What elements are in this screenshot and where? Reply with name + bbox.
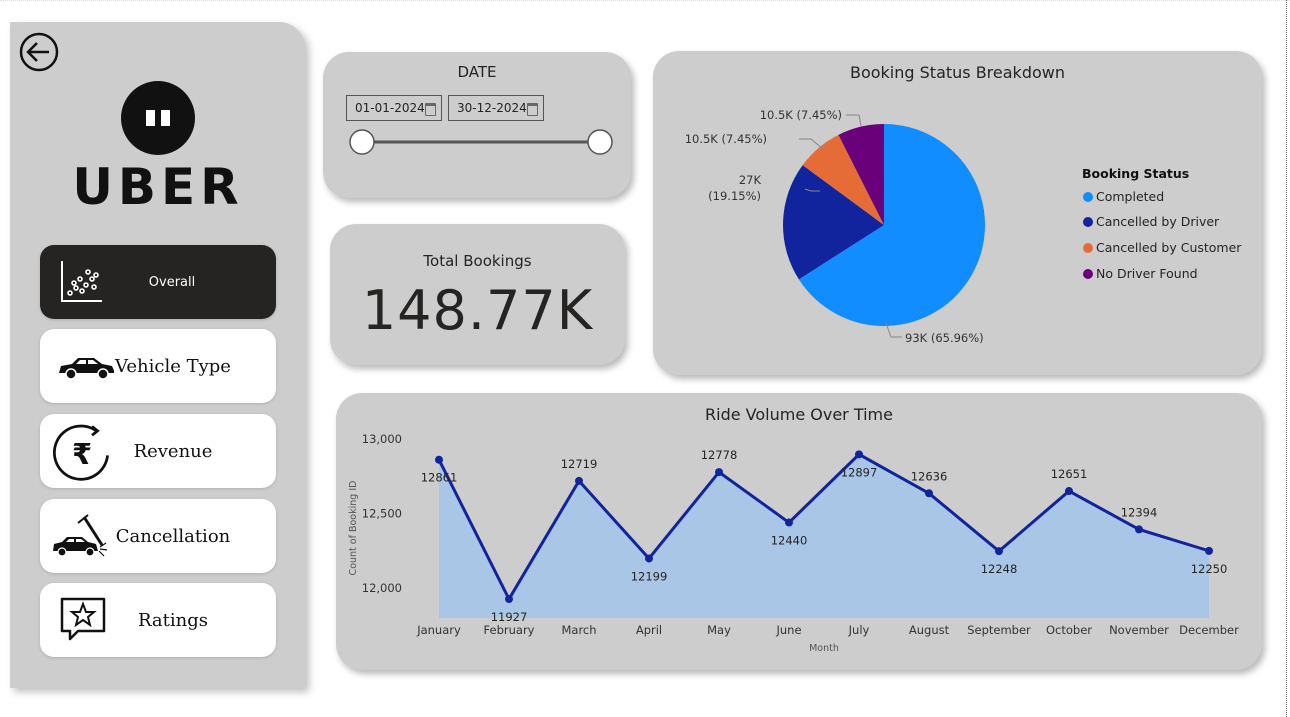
y-axis-title: Count of Booking ID xyxy=(348,481,359,576)
calendar-icon[interactable] xyxy=(425,103,436,116)
booking-status-pie-chart[interactable]: 93K (65.96%) 27K (19.15%) 10.5K (7.45%) 10.5… xyxy=(653,51,1073,375)
y-tick-label: 13,000 xyxy=(362,432,402,446)
legend-dot-completed xyxy=(1083,191,1093,202)
pie-data-label: (19.15%) xyxy=(708,189,761,203)
data-point[interactable] xyxy=(785,518,793,527)
data-point[interactable] xyxy=(925,489,933,498)
ride-volume-area-chart[interactable]: 12861 11927 12719 12199 12778 12440 12897 12636… xyxy=(336,393,1262,670)
data-point[interactable] xyxy=(575,476,583,485)
data-label: 12248 xyxy=(981,562,1018,576)
x-tick-label: March xyxy=(561,623,596,637)
data-label: 12394 xyxy=(1121,505,1158,519)
nav-cancellation-button[interactable]: Cancellation xyxy=(40,499,276,573)
total-bookings-value: 148.77K xyxy=(361,279,594,342)
x-tick-label: October xyxy=(1046,623,1092,637)
pie-data-label: 93K (65.96%) xyxy=(905,331,984,345)
x-tick-label: December xyxy=(1179,623,1239,637)
pie-data-label: 10.5K (7.45%) xyxy=(760,108,842,122)
legend-item-cancelled-by-driver[interactable]: Cancelled by Driver xyxy=(1083,214,1219,229)
date-filter-title: DATE xyxy=(457,63,497,81)
end-date-input[interactable]: 30-12-2024 xyxy=(448,95,544,121)
legend-item-cancelled-by-customer[interactable]: Cancelled by Customer xyxy=(1083,240,1241,255)
start-date-value: 01-01-2024 xyxy=(355,101,425,115)
slider-end-handle[interactable] xyxy=(587,129,613,155)
canvas-right-border xyxy=(1286,0,1287,717)
data-point[interactable] xyxy=(435,455,443,464)
uber-logo-icon xyxy=(121,81,195,155)
data-label: 12651 xyxy=(1051,467,1088,481)
data-point[interactable] xyxy=(1135,525,1143,534)
end-date-value: 30-12-2024 xyxy=(457,101,527,115)
legend-dot-no-driver-found xyxy=(1083,268,1093,279)
data-point[interactable] xyxy=(715,468,723,477)
data-point[interactable] xyxy=(645,554,653,563)
x-tick-label: July xyxy=(848,623,870,637)
data-point[interactable] xyxy=(855,450,863,459)
start-date-input[interactable]: 01-01-2024 xyxy=(346,95,442,121)
data-label: 12636 xyxy=(911,469,948,483)
date-filter-card: DATE xyxy=(323,52,631,198)
back-arrow-icon[interactable] xyxy=(18,31,60,73)
nav-overall-button[interactable]: Overall xyxy=(40,245,276,319)
y-tick-label: 12,000 xyxy=(362,581,402,595)
total-bookings-label: Total Bookings xyxy=(423,252,532,270)
data-label: 12861 xyxy=(421,471,458,485)
data-point[interactable] xyxy=(1205,546,1213,555)
slider-start-handle[interactable] xyxy=(349,129,375,155)
nav-overall-label: Overall xyxy=(148,274,196,290)
data-label: 12719 xyxy=(561,457,598,471)
x-tick-label: June xyxy=(775,623,801,637)
x-tick-label: November xyxy=(1109,623,1169,637)
nav-vehicle-type-label: Vehicle Type xyxy=(115,355,231,377)
legend-dot-cancelled-by-customer xyxy=(1083,242,1093,253)
pie-leader-line xyxy=(846,114,862,127)
calendar-icon[interactable] xyxy=(527,103,538,116)
uber-wordmark: UBER xyxy=(72,158,244,216)
x-tick-label: January xyxy=(416,623,461,637)
nav-revenue-button[interactable]: ₹ Revenue xyxy=(40,414,276,488)
data-label: 11927 xyxy=(491,610,528,624)
date-range-slider[interactable] xyxy=(344,126,620,158)
x-axis-title: Month xyxy=(809,643,839,654)
data-point[interactable] xyxy=(505,595,513,604)
data-point[interactable] xyxy=(1065,487,1073,496)
x-tick-label: May xyxy=(707,623,731,637)
legend-item-no-driver-found[interactable]: No Driver Found xyxy=(1083,266,1198,281)
canvas-top-border xyxy=(0,0,1290,1)
data-point[interactable] xyxy=(995,547,1003,556)
pie-data-label: 27K xyxy=(739,173,762,187)
legend-label-cancelled-by-customer: Cancelled by Customer xyxy=(1096,240,1242,255)
data-label: 12250 xyxy=(1191,562,1228,576)
legend-item-completed[interactable]: Completed xyxy=(1083,189,1164,204)
legend-label-cancelled-by-driver: Cancelled by Driver xyxy=(1096,214,1220,229)
data-label: 12897 xyxy=(841,465,878,479)
x-tick-label: August xyxy=(909,623,950,637)
legend-label-no-driver-found: No Driver Found xyxy=(1096,266,1198,281)
nav-ratings-button[interactable]: Ratings xyxy=(40,583,276,657)
data-label: 12199 xyxy=(631,569,668,583)
data-label: 12440 xyxy=(771,534,808,548)
x-tick-label: September xyxy=(967,623,1031,637)
nav-ratings-label: Ratings xyxy=(137,609,209,631)
data-label: 12778 xyxy=(701,448,738,462)
total-bookings-card: Total Bookings 148.77K xyxy=(330,224,625,365)
x-tick-label: April xyxy=(636,623,662,637)
nav-vehicle-type-button[interactable]: Vehicle Type xyxy=(40,329,276,403)
x-tick-label: February xyxy=(484,623,535,637)
legend-dot-cancelled-by-driver xyxy=(1083,216,1093,227)
area-fill xyxy=(439,454,1209,618)
nav-cancellation-label: Cancellation xyxy=(115,525,231,547)
pie-data-label: 10.5K (7.45%) xyxy=(685,132,767,146)
y-tick-label: 12,500 xyxy=(362,507,402,521)
pie-legend-title: Booking Status xyxy=(1082,166,1190,181)
legend-label-completed: Completed xyxy=(1096,189,1165,204)
nav-revenue-label: Revenue xyxy=(133,440,213,462)
